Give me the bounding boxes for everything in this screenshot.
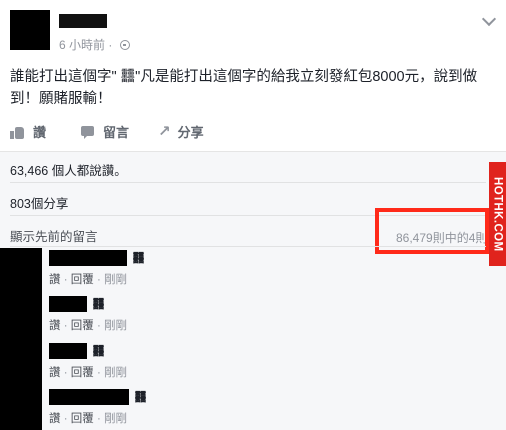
meta-dot: · bbox=[108, 38, 113, 52]
comment-like-link[interactable]: 讚 bbox=[49, 320, 61, 332]
shares-summary[interactable]: 803個分享 bbox=[10, 193, 68, 212]
sep-dot: · bbox=[96, 413, 101, 425]
sep-dot: · bbox=[96, 367, 101, 379]
comment-actions: 讚 · 回覆 · 剛剛 bbox=[49, 410, 146, 426]
view-previous-comments-link[interactable]: 顯示先前的留言 bbox=[10, 226, 98, 245]
share-label: 分享 bbox=[177, 125, 204, 140]
watermark-logo: HOTHK.COM bbox=[489, 162, 506, 266]
sep-dot: · bbox=[96, 274, 101, 286]
comment-reply-link[interactable]: 回覆 bbox=[71, 413, 94, 425]
divider bbox=[10, 182, 486, 183]
comment-item: 䨻 讚 · 回覆 · 剛剛 bbox=[49, 295, 127, 333]
post-text: 誰能打出這個字" 䨻"凡是能打出這個字的給我立刻發紅包8000元，說到做到！願賭… bbox=[10, 69, 478, 107]
chevron-down-icon[interactable] bbox=[481, 11, 497, 27]
post-meta: 6 小時前 · bbox=[59, 36, 130, 53]
comment-like-link[interactable]: 讚 bbox=[49, 274, 61, 286]
comment-text: 䨻 bbox=[132, 251, 145, 266]
share-button[interactable]: ↗ 分享 bbox=[158, 122, 204, 141]
comment-item: 䨻 讚 · 回覆 · 剛剛 bbox=[49, 249, 144, 287]
commenter-name-redacted[interactable] bbox=[49, 342, 87, 359]
globe-icon[interactable] bbox=[119, 40, 130, 50]
author-name-redacted[interactable] bbox=[59, 14, 107, 28]
comment-reply-link[interactable]: 回覆 bbox=[71, 320, 94, 332]
comment-text: 䨻 bbox=[92, 297, 105, 312]
ufi-section: 63,466 個人都說讚。 803個分享 顯示先前的留言 86,479則中的4則… bbox=[0, 151, 506, 430]
commenter-name-redacted[interactable] bbox=[49, 295, 87, 312]
comment-item: 䨻 讚 · 回覆 · 剛剛 bbox=[49, 342, 127, 380]
sep-dot: · bbox=[63, 274, 68, 286]
sep-dot: · bbox=[63, 320, 68, 332]
comment-bubble-icon bbox=[80, 125, 96, 139]
thumbs-up-icon bbox=[10, 125, 26, 139]
comment-actions: 讚 · 回覆 · 剛剛 bbox=[49, 317, 127, 333]
comment-time[interactable]: 剛剛 bbox=[104, 320, 127, 332]
comment-time[interactable]: 剛剛 bbox=[104, 367, 127, 379]
comment-actions: 讚 · 回覆 · 剛剛 bbox=[49, 271, 144, 287]
comment-reply-link[interactable]: 回覆 bbox=[71, 274, 94, 286]
likes-summary[interactable]: 63,466 個人都說讚。 bbox=[10, 160, 127, 179]
redaction-block bbox=[0, 248, 42, 430]
sep-dot: · bbox=[63, 413, 68, 425]
comment-label: 留言 bbox=[103, 125, 130, 140]
avatar[interactable] bbox=[10, 10, 50, 50]
comment-text: 䨻 bbox=[134, 390, 147, 405]
comment-time[interactable]: 剛剛 bbox=[104, 274, 127, 286]
sep-dot: · bbox=[96, 320, 101, 332]
post-time[interactable]: 6 小時前 bbox=[59, 38, 105, 52]
comment-text: 䨻 bbox=[92, 344, 105, 359]
like-label: 讚 bbox=[33, 125, 47, 140]
comment-like-link[interactable]: 讚 bbox=[49, 413, 61, 425]
share-arrow-icon: ↗ bbox=[158, 122, 171, 140]
comment-item: 䨻 讚 · 回覆 · 剛剛 bbox=[49, 388, 146, 426]
divider bbox=[10, 246, 486, 247]
action-bar: 讚 留言 ↗ 分享 bbox=[0, 118, 506, 148]
sep-dot: · bbox=[63, 367, 68, 379]
comment-actions: 讚 · 回覆 · 剛剛 bbox=[49, 364, 127, 380]
comment-like-link[interactable]: 讚 bbox=[49, 367, 61, 379]
highlight-box bbox=[375, 208, 489, 254]
comment-time[interactable]: 剛剛 bbox=[104, 413, 127, 425]
post-header: 6 小時前 · bbox=[0, 0, 506, 58]
commenter-name-redacted[interactable] bbox=[49, 388, 129, 405]
comment-reply-link[interactable]: 回覆 bbox=[71, 367, 94, 379]
commenter-name-redacted[interactable] bbox=[49, 249, 127, 266]
like-button[interactable]: 讚 bbox=[10, 122, 46, 141]
comment-button[interactable]: 留言 bbox=[80, 122, 129, 141]
